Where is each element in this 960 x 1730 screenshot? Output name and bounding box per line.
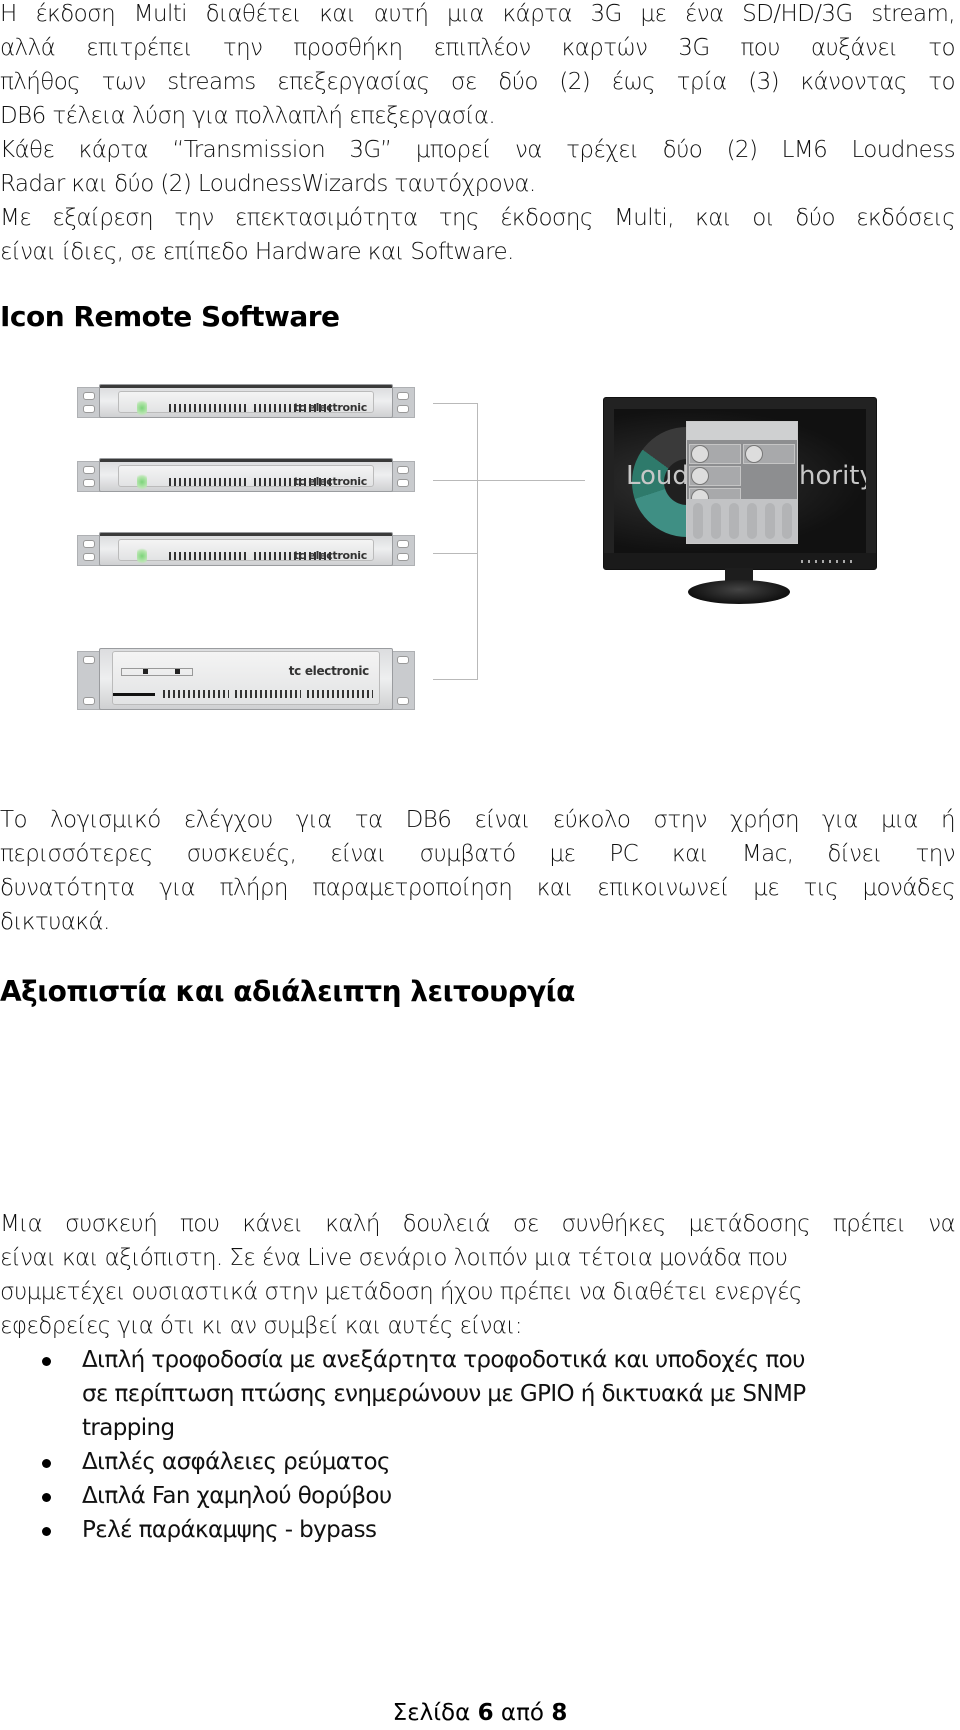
list-item: Διπλά Fan χαμηλού θορύβου <box>0 1479 955 1513</box>
redundancy-feature-list: Διπλή τροφοδοσία με ανεξάρτητα τροφοδοτι… <box>0 1343 955 1547</box>
brand-logo: tc electronic <box>293 401 368 414</box>
connector-line <box>433 403 477 404</box>
text-line: Με εξαίρεση την επεκτασιμότητα της έκδοσ… <box>0 205 956 231</box>
connector-line <box>433 553 477 554</box>
monitor-display: Loud hority <box>603 397 877 570</box>
text-line: δυνατότητα για πλήρη παραμετροποίηση και… <box>0 875 956 901</box>
section-heading-icon-remote-software: Icon Remote Software <box>0 300 340 333</box>
text-line: είναι ίδιες, σε επίπεδο Hardware και Sof… <box>0 239 514 265</box>
bullet-icon <box>42 1493 51 1502</box>
total-pages-number: 8 <box>551 1700 568 1726</box>
brand-logo: tc electronic <box>293 475 368 488</box>
monitor-stand-base <box>688 580 790 604</box>
text-line: Διπλές ασφάλειες ρεύματος <box>82 1449 391 1475</box>
status-leds <box>137 472 147 492</box>
brand-logo: tc electronic <box>288 664 370 678</box>
screen-text-left: Loud <box>626 461 689 491</box>
text-line: Radar και δύο (2) LoudnessWizards ταυτόχ… <box>0 171 536 197</box>
rack-unit-1: tc electronic <box>77 384 415 418</box>
text-line: περισσότερες συσκευές, είναι συμβατό με … <box>0 841 956 867</box>
current-page-number: 6 <box>477 1700 494 1726</box>
bullet-icon <box>42 1357 51 1366</box>
list-item: Διπλές ασφάλειες ρεύματος <box>0 1445 955 1479</box>
intro-paragraph: Η έκδοση Multi διαθέτει και αυτή μια κάρ… <box>0 0 956 269</box>
status-leds <box>137 546 147 566</box>
icon-remote-app-window <box>686 421 798 544</box>
status-leds <box>137 398 147 418</box>
rack-unit-3: tc electronic <box>77 532 415 566</box>
text-line: Ρελέ παράκαμψης - bypass <box>82 1517 377 1543</box>
text-line: σε περίπτωση πτώσης ενημερώνουν με GPIO … <box>82 1381 806 1407</box>
text-line: Η έκδοση Multi διαθέτει και αυτή μια κάρ… <box>0 1 956 27</box>
text-line: είναι και αξιόπιστη. Σε ένα Live σενάριο… <box>0 1245 788 1271</box>
text-line: Μια συσκευή που κάνει καλή δουλειά σε συ… <box>0 1211 956 1237</box>
section-heading-reliability: Αξιοπιστία και αδιάλειπτη λειτουργία <box>0 975 575 1008</box>
text-line: DB6 τέλεια λύση για πολλαπλή επεξεργασία… <box>0 103 496 129</box>
connector-line <box>433 679 477 680</box>
brand-logo: tc electronic <box>293 549 368 562</box>
screen-text-right: hority <box>799 461 866 491</box>
rack-unit-large: tc electronic <box>77 648 415 710</box>
text-line: συμμετέχει ουσιαστικά στην μετάδοση ήχου… <box>0 1279 802 1305</box>
bullet-icon <box>42 1459 51 1468</box>
bullet-icon <box>42 1527 51 1536</box>
text-line: trapping <box>82 1415 175 1441</box>
list-item: Διπλή τροφοδοσία με ανεξάρτητα τροφοδοτι… <box>0 1343 955 1445</box>
rack-unit-2: tc electronic <box>77 458 415 492</box>
system-diagram-figure: tc electronic tc electronic tc electroni… <box>0 370 960 730</box>
page-label: Σελίδα <box>392 1700 471 1726</box>
page-footer: Σελίδα 6 από 8 <box>0 1700 960 1726</box>
text-line: εφεδρείες για ότι κι αν συμβεί και αυτές… <box>0 1313 522 1339</box>
connector-line <box>477 403 478 680</box>
text-line: πλήθος των streams επεξεργασίας σε δύο (… <box>0 69 956 95</box>
text-line: Το λογισμικό ελέγχου για τα DB6 είναι εύ… <box>0 807 956 833</box>
monitor-screen: Loud hority <box>614 409 866 553</box>
remote-software-paragraph: Το λογισμικό ελέγχου για τα DB6 είναι εύ… <box>0 803 956 939</box>
text-line: Διπλή τροφοδοσία με ανεξάρτητα τροφοδοτι… <box>82 1347 805 1373</box>
of-label: από <box>500 1700 544 1726</box>
text-line: δικτυακά. <box>0 909 110 935</box>
text-line: αλλά επιτρέπει την προσθήκη επιπλέον καρ… <box>0 35 956 61</box>
list-item: Ρελέ παράκαμψης - bypass <box>0 1513 955 1547</box>
text-line: Κάθε κάρτα “Transmission 3G” μπορεί να τ… <box>0 137 956 163</box>
reliability-paragraph: Μια συσκευή που κάνει καλή δουλειά σε συ… <box>0 1207 956 1343</box>
text-line: Διπλά Fan χαμηλού θορύβου <box>82 1483 392 1509</box>
connector-line <box>433 480 585 481</box>
